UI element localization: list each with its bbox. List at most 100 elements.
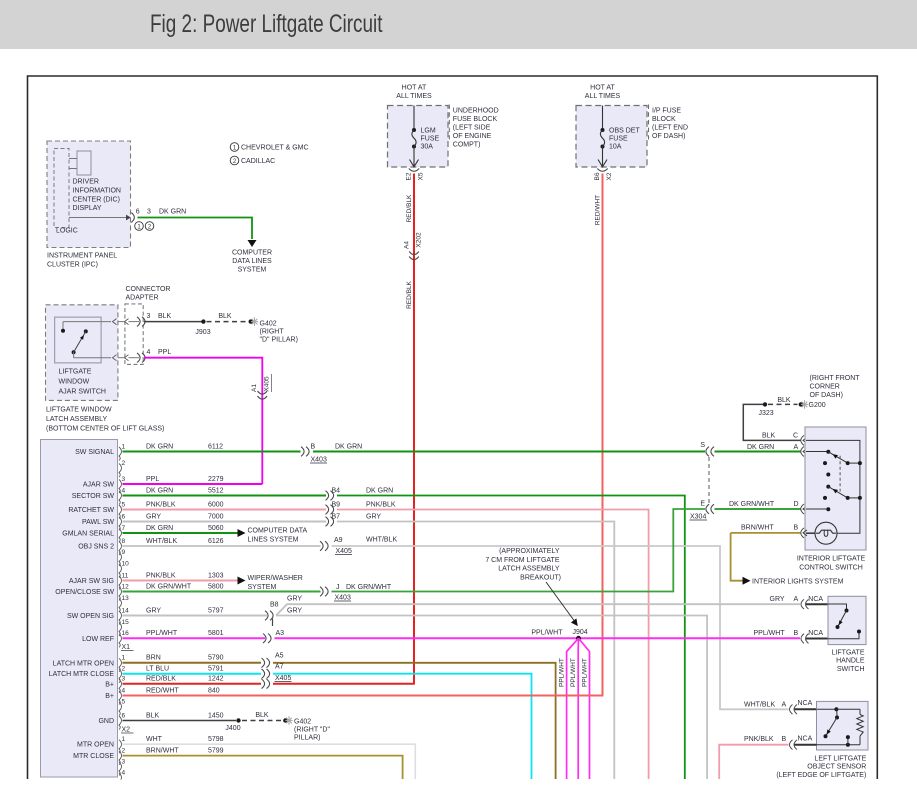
svg-text:(RIGHT FRONT: (RIGHT FRONT xyxy=(810,375,861,382)
svg-text:2: 2 xyxy=(122,460,126,467)
svg-text:OF DASH): OF DASH) xyxy=(652,133,685,140)
svg-text:E: E xyxy=(700,501,705,508)
svg-text:PNK/BLK: PNK/BLK xyxy=(146,501,176,508)
svg-text:B: B xyxy=(782,736,787,743)
svg-text:B9: B9 xyxy=(332,502,341,509)
svg-text:GRY: GRY xyxy=(146,607,161,614)
svg-text:CLUSTER (IPC): CLUSTER (IPC) xyxy=(47,262,98,269)
svg-text:I/P FUSE: I/P FUSE xyxy=(652,108,681,115)
svg-text:LIFTGATE: LIFTGATE xyxy=(59,369,92,376)
svg-text:LEFT LIFTGATE: LEFT LIFTGATE xyxy=(814,756,866,763)
svg-text:SYSTEM: SYSTEM xyxy=(248,584,277,591)
svg-text:A3: A3 xyxy=(276,630,285,637)
svg-text:4: 4 xyxy=(122,487,126,494)
svg-text:NCA: NCA xyxy=(798,735,813,742)
svg-text:5801: 5801 xyxy=(208,630,224,637)
svg-text:DISPLAY: DISPLAY xyxy=(73,205,102,212)
svg-text:10: 10 xyxy=(122,560,130,567)
svg-text:4: 4 xyxy=(122,687,126,694)
svg-text:A: A xyxy=(782,701,787,708)
svg-text:7: 7 xyxy=(122,525,126,532)
svg-text:A4: A4 xyxy=(404,241,411,249)
svg-text:BLOCK: BLOCK xyxy=(652,116,676,123)
svg-text:RED/WHT: RED/WHT xyxy=(146,687,179,694)
svg-text:PAWL SW: PAWL SW xyxy=(82,519,114,526)
svg-text:LOW REF: LOW REF xyxy=(82,636,114,643)
svg-text:DK GRN: DK GRN xyxy=(159,209,186,216)
svg-text:11: 11 xyxy=(122,572,129,579)
svg-text:INTERIOR LIFTGATE: INTERIOR LIFTGATE xyxy=(797,556,866,563)
svg-text:GMLAN SERIAL: GMLAN SERIAL xyxy=(62,531,114,538)
svg-text:PPL/WHT: PPL/WHT xyxy=(570,658,577,687)
svg-text:D: D xyxy=(794,501,799,508)
svg-text:DK GRN/WHT: DK GRN/WHT xyxy=(346,584,392,591)
svg-text:NCA: NCA xyxy=(808,630,823,637)
svg-text:3: 3 xyxy=(147,209,151,216)
svg-text:A: A xyxy=(794,596,799,603)
svg-text:HANDLE: HANDLE xyxy=(836,658,865,665)
svg-text:FUSE: FUSE xyxy=(609,136,628,143)
svg-text:(RIGHT "D": (RIGHT "D" xyxy=(294,727,330,734)
svg-text:X405: X405 xyxy=(264,376,271,392)
svg-text:RED/BLK: RED/BLK xyxy=(406,194,413,222)
svg-text:G402: G402 xyxy=(294,719,311,726)
svg-text:X5: X5 xyxy=(418,172,425,180)
svg-text:BRN/WHT: BRN/WHT xyxy=(146,747,179,754)
svg-text:PPL: PPL xyxy=(146,476,159,483)
svg-text:COMPT): COMPT) xyxy=(453,142,481,149)
svg-text:X2: X2 xyxy=(606,172,613,180)
svg-text:SYSTEM: SYSTEM xyxy=(238,267,267,274)
svg-text:10A: 10A xyxy=(609,144,622,151)
svg-text:BLK: BLK xyxy=(218,313,232,320)
svg-text:2: 2 xyxy=(122,747,126,754)
svg-text:4: 4 xyxy=(122,769,126,776)
svg-text:G200: G200 xyxy=(809,402,826,409)
svg-text:LATCH ASSEMBLY: LATCH ASSEMBLY xyxy=(46,416,108,423)
svg-text:B8: B8 xyxy=(270,602,279,609)
svg-text:DK GRN: DK GRN xyxy=(366,488,393,495)
svg-text:840: 840 xyxy=(208,687,220,694)
svg-text:16: 16 xyxy=(122,630,130,637)
svg-text:X403: X403 xyxy=(335,595,351,602)
svg-text:GRY: GRY xyxy=(146,513,161,520)
svg-text:14: 14 xyxy=(122,607,130,614)
svg-text:RED/BLK: RED/BLK xyxy=(406,280,413,308)
svg-text:PNK/BLK: PNK/BLK xyxy=(146,572,176,579)
svg-text:A5: A5 xyxy=(275,653,284,660)
svg-text:5: 5 xyxy=(122,698,126,705)
svg-text:6112: 6112 xyxy=(208,443,223,450)
svg-text:DATA LINES: DATA LINES xyxy=(232,258,272,265)
svg-text:J323: J323 xyxy=(759,410,774,417)
svg-text:BLK: BLK xyxy=(146,712,160,719)
svg-text:X1: X1 xyxy=(122,644,131,651)
svg-text:MTR OPEN: MTR OPEN xyxy=(77,742,114,749)
svg-text:WINDOW: WINDOW xyxy=(59,379,90,386)
svg-text:X202: X202 xyxy=(416,232,423,248)
svg-text:BLK: BLK xyxy=(158,313,172,320)
svg-text:(LEFT END: (LEFT END xyxy=(652,125,688,132)
svg-text:Fig 2: Power Liftgate Circuit: Fig 2: Power Liftgate Circuit xyxy=(150,10,383,38)
svg-text:PPL/WHT: PPL/WHT xyxy=(531,630,563,637)
svg-text:PNK/BLK: PNK/BLK xyxy=(744,736,774,743)
svg-text:B4: B4 xyxy=(332,488,341,495)
svg-text:A: A xyxy=(794,444,799,451)
svg-text:WHT: WHT xyxy=(146,736,163,743)
svg-text:S: S xyxy=(700,442,705,449)
svg-text:5060: 5060 xyxy=(208,525,224,532)
svg-text:5512: 5512 xyxy=(208,487,224,494)
svg-text:WHT/BLK: WHT/BLK xyxy=(744,701,775,708)
svg-text:(APPROXIMATELY: (APPROXIMATELY xyxy=(499,548,560,555)
svg-text:X2: X2 xyxy=(122,727,131,734)
svg-text:CONNECTOR: CONNECTOR xyxy=(126,286,171,293)
svg-text:(LEFT SIDE: (LEFT SIDE xyxy=(453,125,491,132)
svg-text:5797: 5797 xyxy=(208,607,224,614)
svg-text:5: 5 xyxy=(122,501,126,508)
svg-text:BLK: BLK xyxy=(762,433,776,440)
svg-text:G402: G402 xyxy=(260,321,277,328)
svg-text:LATCH MTR CLOSE: LATCH MTR CLOSE xyxy=(49,671,115,678)
svg-text:HOT AT: HOT AT xyxy=(402,85,427,92)
svg-text:7 CM FROM LIFTGATE: 7 CM FROM LIFTGATE xyxy=(485,557,559,564)
svg-text:6: 6 xyxy=(122,513,126,520)
svg-text:5791: 5791 xyxy=(208,666,224,673)
svg-text:A7: A7 xyxy=(275,664,284,671)
